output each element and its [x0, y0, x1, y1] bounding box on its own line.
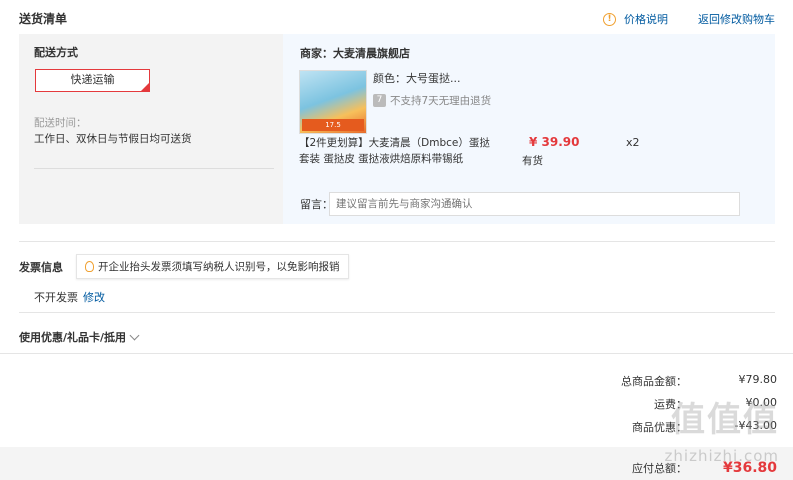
invoice-tip: 开企业抬头发票须填写纳税人识别号，以免影响报销 [76, 254, 349, 279]
price-info-link[interactable]: 价格说明 [624, 11, 668, 27]
merchant-name: 商家：大麦清晨旗舰店 [300, 47, 410, 60]
discount-label: 商品优惠： [632, 421, 687, 434]
stock-status: 有货 [522, 155, 543, 167]
no-refund-notice: 7 不支持7天无理由退货 [373, 93, 491, 108]
shipping-fee-label: 运费： [654, 398, 687, 411]
header-actions: ! 价格说明 返回修改购物车 [603, 11, 775, 27]
coupon-label: 使用优惠/礼品卡/抵用 [19, 331, 127, 344]
no-refund-icon: 7 [373, 94, 386, 107]
page-title: 送货清单 [19, 12, 68, 26]
product-price: ¥ 39.90 [529, 135, 580, 149]
summary-goods-total: 总商品金额： ¥79.80 [537, 373, 777, 389]
invoice-label: 发票信息 [19, 261, 63, 274]
shipping-method-option[interactable]: 快递运输 [35, 69, 150, 92]
goods-total-label: 总商品金额： [621, 375, 687, 388]
delivery-time-label: 配送时间： [34, 117, 87, 129]
shipping-method-label: 配送方式 [34, 46, 78, 59]
divider [0, 353, 793, 354]
coupon-toggle[interactable]: 使用优惠/礼品卡/抵用 [19, 329, 140, 345]
selected-corner-icon [141, 83, 149, 91]
back-to-cart-link[interactable]: 返回修改购物车 [698, 11, 775, 27]
invoice-status: 不开发票 [34, 291, 78, 304]
chevron-down-icon [129, 330, 140, 340]
shipping-method-value: 快递运输 [70, 73, 115, 86]
message-input[interactable] [329, 192, 740, 216]
product-name-link[interactable]: 【2件更划算】大麦清晨（Dmbce）蛋挞套装 蛋挞皮 蛋挞液烘焙原料带锡纸 [299, 135, 494, 167]
divider [19, 241, 775, 242]
info-icon: ! [603, 12, 616, 26]
watermark-logo: 值值值 [671, 400, 779, 440]
product-color: 颜色：大号蛋挞... [373, 72, 461, 85]
delivery-time-value: 工作日、双休日与节假日均可送货 [34, 133, 192, 145]
product-image-badge: 17.5 [302, 119, 364, 131]
divider [19, 312, 775, 313]
divider [34, 168, 274, 169]
product-image[interactable]: 17.5 [299, 70, 367, 134]
invoice-edit-link[interactable]: 修改 [83, 289, 105, 305]
lightbulb-icon [85, 261, 94, 272]
watermark-site: zhizhizhi.com [664, 447, 779, 465]
no-refund-text: 不支持7天无理由退货 [390, 95, 492, 107]
goods-total-value: ¥79.80 [738, 373, 778, 386]
product-quantity: x2 [626, 136, 640, 149]
invoice-tip-text: 开企业抬头发票须填写纳税人识别号，以免影响报销 [98, 261, 340, 273]
